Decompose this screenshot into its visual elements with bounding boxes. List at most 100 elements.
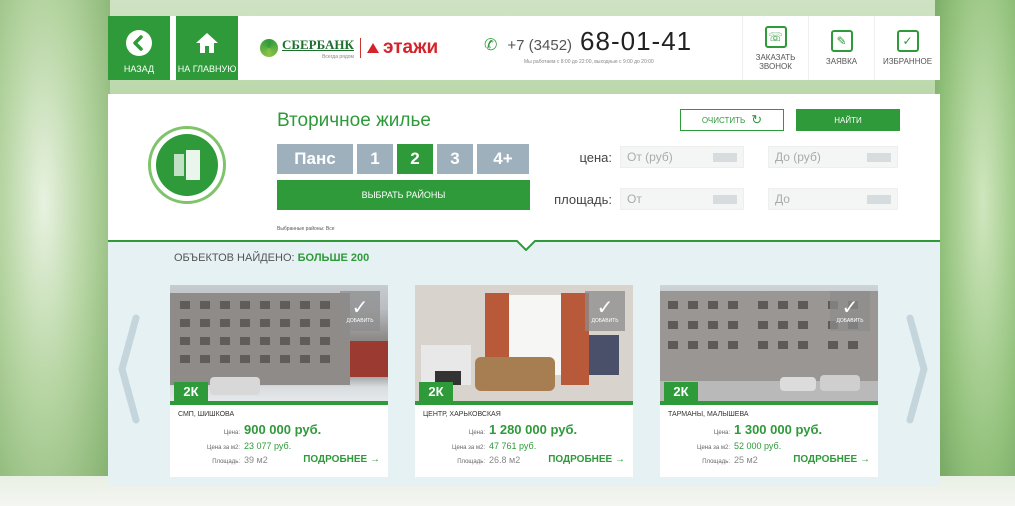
phone-number[interactable]: 68-01-41 [580,26,692,57]
price-from-keypad-icon [713,152,737,162]
check-icon: ✓ [841,297,859,319]
price-to-keypad-icon [867,152,891,162]
room-option-2[interactable]: 2 [397,144,433,174]
home-icon [192,28,222,58]
rooms-badge: 2К [174,382,208,401]
add-favorite-label: ДОБАВИТЬ [836,318,864,324]
room-option-4-plus[interactable]: 4+ [477,144,529,174]
price-from-placeholder: От (руб) [627,150,673,164]
listing-card[interactable]: ✓ ДОБАВИТЬ 2К СМП, ШИШКОВА Цена: 900 000… [170,285,388,477]
area-caption: Площадь: [212,459,240,465]
etazhi-brand: этажи [382,37,439,58]
price-caption: Цена: [713,430,730,436]
phone-code: +7 (3452) [507,37,573,54]
more-details-link[interactable]: ПОДРОБНЕЕ → [303,454,380,465]
selected-districts: Выбранные районы: Все [277,226,335,232]
price-to-input[interactable]: До (руб) [768,146,898,168]
background-right [935,0,1015,506]
price-label: цена: [579,150,612,165]
photo-accent-bar [170,401,388,405]
listing-area: 26.8 м2 [489,455,521,465]
area-from-input[interactable]: От [620,188,744,210]
logo-divider [359,38,361,58]
listing-address: ЦЕНТР, ХАРЬКОВСКАЯ [423,411,501,418]
listing-card[interactable]: ✓ ДОБАВИТЬ 2К ТАРМАНЫ, МАЛЫШЕВА Цена: 1 … [660,285,878,477]
add-favorite-button[interactable]: ✓ ДОБАВИТЬ [340,291,380,331]
refresh-icon: ↻ [751,112,763,127]
check-icon: ✓ [596,297,614,319]
area-to-placeholder: До [775,192,790,206]
listing-address: СМП, ШИШКОВА [178,411,235,418]
rooms-badge: 2К [664,382,698,401]
results-section: ОБЪЕКТОВ НАЙДЕНО: БОЛЬШЕ 200 ✓ ДОБАВИТЬ [108,240,940,486]
listing-address: ТАРМАНЫ, МАЛЫШЕВА [668,411,749,418]
rooms-badge: 2К [419,382,453,401]
logo-area: СБЕРБАНК Всегда рядом этажи [238,16,468,80]
room-option-pans[interactable]: Панс [277,144,353,174]
panel-notch [516,240,536,251]
add-favorite-button[interactable]: ✓ ДОБАВИТЬ [830,291,870,331]
request-call-label: ЗАКАЗАТЬ ЗВОНОК [755,52,796,71]
chat-phone-icon: ☏ [764,25,787,48]
listing-photo[interactable]: ✓ ДОБАВИТЬ 2К [660,285,878,405]
price-from-input[interactable]: От (руб) [620,146,744,168]
results-count: ОБЪЕКТОВ НАЙДЕНО: БОЛЬШЕ 200 [174,252,369,264]
results-count-value: БОЛЬШЕ 200 [297,252,370,264]
price-to-placeholder: До (руб) [775,150,821,164]
area-to-keypad-icon [867,194,891,204]
request-call-button[interactable]: ☏ ЗАКАЗАТЬ ЗВОНОК [742,16,808,80]
area-to-input[interactable]: До [768,188,898,210]
listing-card[interactable]: ✓ ДОБАВИТЬ 2К ЦЕНТР, ХАРЬКОВСКАЯ Цена: 1… [415,285,633,477]
photo-accent-bar [415,401,633,405]
sberbank-logo-icon [260,39,278,57]
check-icon: ✓ [351,297,369,319]
phone-icon: ✆ [484,37,498,54]
next-arrow-icon[interactable] [904,314,930,424]
area-caption: Площадь: [457,459,485,465]
room-selector: Панс 1 2 3 4+ [277,144,533,174]
listing-area: 25 м2 [734,455,758,465]
clear-label: ОЧИСТИТЬ [701,115,746,125]
sberbank-tagline: Всегда рядом [322,54,354,60]
edit-icon: ✎ [830,30,853,52]
application-label: ЗАЯВКА [825,57,858,66]
price-m2-caption: Цена за м2: [697,445,730,451]
add-favorite-button[interactable]: ✓ ДОБАВИТЬ [585,291,625,331]
listing-price-m2: 47 761 руб. [489,441,537,451]
more-details-link[interactable]: ПОДРОБНЕЕ → [548,454,625,465]
listing-photo[interactable]: ✓ ДОБАВИТЬ 2К [415,285,633,405]
select-districts-button[interactable]: ВЫБРАТЬ РАЙОНЫ [277,180,530,210]
find-button[interactable]: НАЙТИ [796,109,900,131]
favorites-label: ИЗБРАННОЕ [882,57,933,66]
price-caption: Цена: [223,430,240,436]
area-caption: Площадь: [702,459,730,465]
listing-price: 900 000 руб. [244,422,322,437]
top-actions: ☏ ЗАКАЗАТЬ ЗВОНОК ✎ ЗАЯВКА ✓ ИЗБРАННОЕ [742,16,940,80]
favorites-button[interactable]: ✓ ИЗБРАННОЕ [874,16,940,80]
listing-photo[interactable]: ✓ ДОБАВИТЬ 2К [170,285,388,405]
sberbank-logo: СБЕРБАНК Всегда рядом [282,36,354,60]
back-button[interactable]: НАЗАД [108,16,170,80]
results-count-label: ОБЪЕКТОВ НАЙДЕНО: [174,252,295,264]
area-from-keypad-icon [713,194,737,204]
header: НАЗАД НА ГЛАВНУЮ СБЕРБАНК Всегда рядом э… [108,16,940,80]
price-m2-caption: Цена за м2: [452,445,485,451]
clear-button[interactable]: ОЧИСТИТЬ ↻ [680,109,784,131]
prev-arrow-icon[interactable] [116,314,142,424]
phone-area: ✆ +7 (3452) 68-01-41 Мы работаем с 8:00 … [484,26,714,76]
etazhi-logo: этажи [366,37,439,59]
home-button[interactable]: НА ГЛАВНУЮ [176,16,238,80]
add-favorite-label: ДОБАВИТЬ [346,318,374,324]
category-logo [148,126,226,204]
price-caption: Цена: [468,430,485,436]
etazhi-house-icon [366,43,379,53]
more-details-link[interactable]: ПОДРОБНЕЕ → [793,454,870,465]
room-option-3[interactable]: 3 [437,144,473,174]
room-option-1[interactable]: 1 [357,144,393,174]
background-left [0,0,110,506]
area-from-placeholder: От [627,192,642,206]
application-button[interactable]: ✎ ЗАЯВКА [808,16,874,80]
listing-price: 1 280 000 руб. [489,422,578,437]
back-label: НАЗАД [123,64,155,74]
home-label: НА ГЛАВНУЮ [177,64,237,74]
